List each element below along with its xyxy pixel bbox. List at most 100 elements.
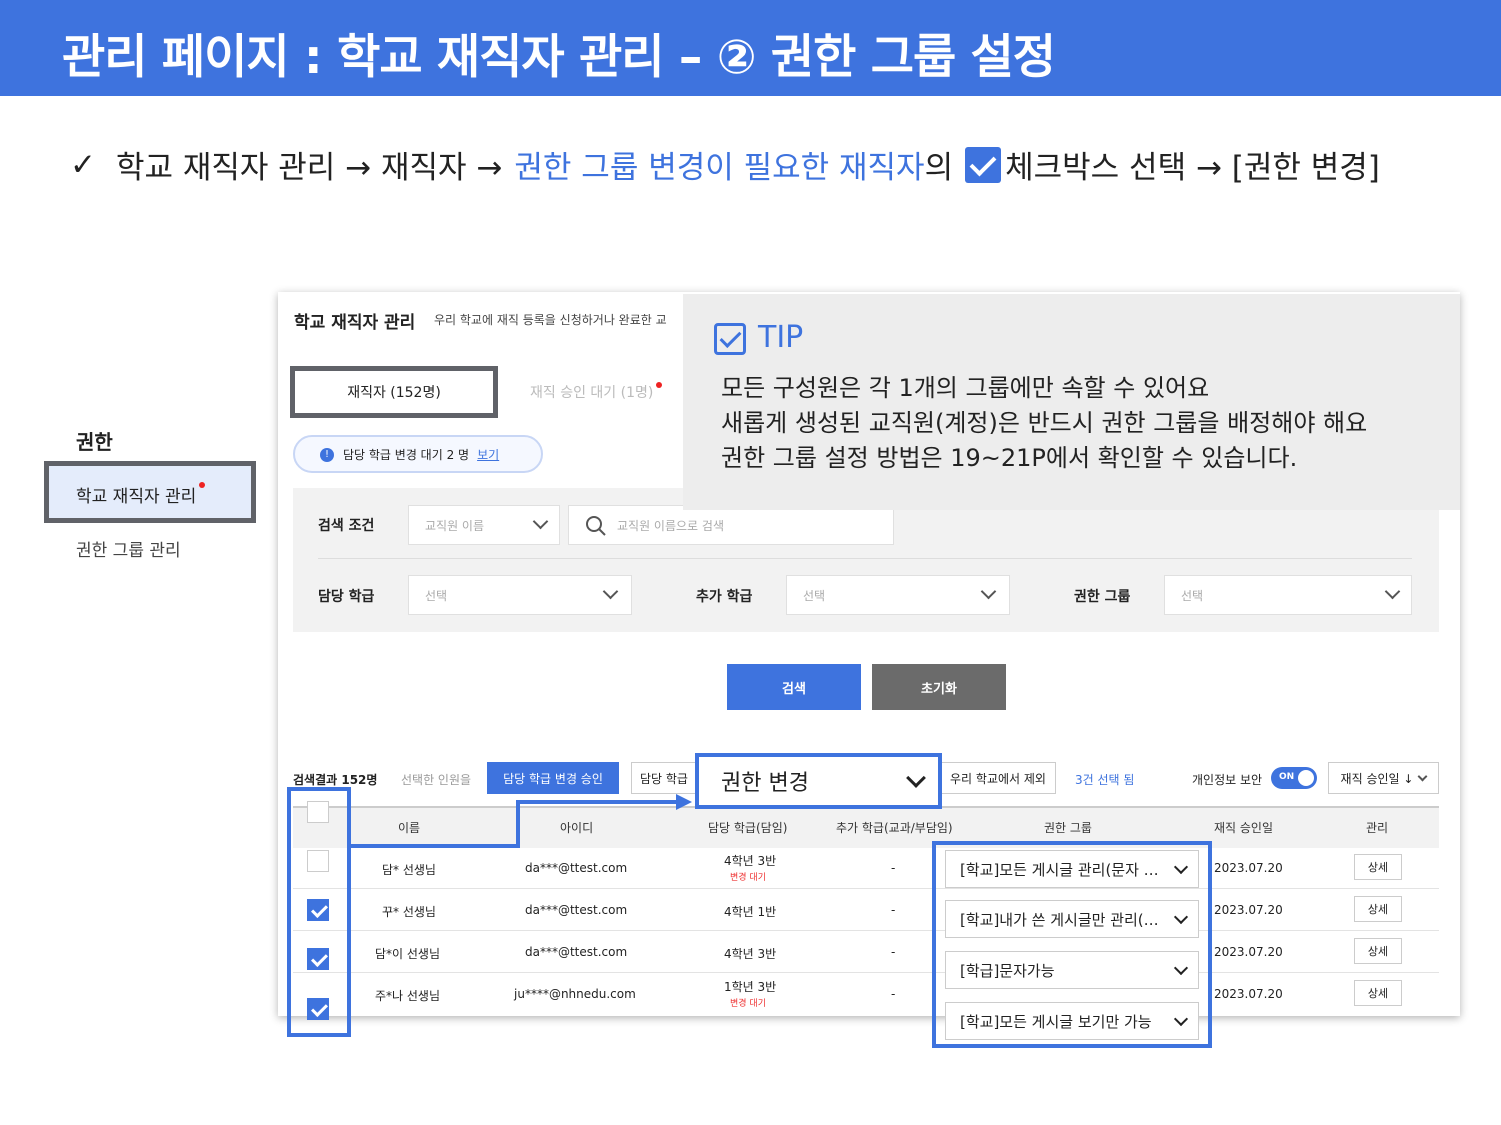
group-select-row[interactable]: [학교]내가 쓴 게시글만 관리(…	[945, 900, 1199, 938]
chevron-down-icon	[1417, 771, 1428, 781]
row-extra: -	[891, 945, 896, 959]
instruction-part1: 학교 재직자 관리 → 재직자 →	[115, 150, 503, 186]
sidebar-heading: 권한	[76, 430, 113, 454]
row-extra: -	[891, 987, 896, 1001]
row-id: ju****@nhnedu.com	[514, 987, 636, 1001]
info-icon: !	[320, 448, 334, 462]
notice-text: 담당 학급 변경 대기 2 명	[343, 447, 470, 462]
instruction-line: ✓ 학교 재직자 관리 → 재직자 → 권한 그룹 변경이 필요한 재직자 의 …	[70, 142, 1380, 187]
col-name: 이름	[398, 821, 421, 835]
check-mark-icon: ✓	[70, 146, 96, 183]
row-extra: -	[891, 861, 896, 875]
chevron-down-icon	[1173, 909, 1189, 925]
class-select-value: 선택	[425, 588, 448, 603]
class-select[interactable]: 선택	[408, 575, 632, 615]
search-button[interactable]: 검색	[727, 664, 861, 710]
panel-subtitle: 우리 학교에 재직 등록을 신청하거나 완료한 교	[434, 313, 667, 327]
selected-label: 선택한 인원을	[401, 773, 472, 787]
row-divider	[293, 930, 1439, 931]
chevron-down-icon	[532, 513, 549, 530]
chevron-down-icon	[980, 583, 997, 600]
approve-class-change-button[interactable]: 담당 학급 변경 승인	[487, 762, 619, 794]
tip-checkbox-icon	[714, 323, 746, 355]
tip-title: TIP	[758, 320, 804, 355]
new-dot-icon	[656, 382, 663, 388]
chevron-down-icon	[1173, 960, 1189, 976]
search-label: 검색 조건	[318, 518, 375, 534]
search-type-select[interactable]: 교직원 이름	[408, 505, 560, 545]
row-class: 4학년 3반	[724, 854, 777, 868]
search-type-value: 교직원 이름	[425, 518, 485, 533]
row-date: 2023.07.20	[1214, 861, 1283, 875]
extra-class-select[interactable]: 선택	[786, 575, 1010, 615]
arrow-right-icon	[676, 794, 692, 810]
chevron-down-icon	[1173, 859, 1189, 875]
row-id: da***@ttest.com	[525, 945, 628, 959]
tab-staff[interactable]: 재직자 (152명)	[290, 366, 498, 418]
panel-title: 학교 재직자 관리	[294, 313, 416, 333]
filter-divider	[318, 558, 1412, 559]
group-select-row[interactable]: [학교]모든 게시글 보기만 가능	[945, 1002, 1199, 1040]
col-class: 담당 학급(담임)	[708, 821, 788, 835]
chevron-down-icon	[602, 583, 619, 600]
group-select-value: [학교]모든 게시글 관리(문자 …	[960, 860, 1159, 879]
instruction-part2: 의	[924, 150, 954, 186]
row-class: 4학년 3반	[724, 947, 777, 961]
tab-pending[interactable]: 재직 승인 대기 (1명)	[530, 382, 663, 402]
checkbox-highlight	[287, 787, 351, 1037]
sidebar-item-group-management[interactable]: 권한 그룹 관리	[76, 536, 181, 561]
row-class: 4학년 1반	[724, 905, 777, 919]
instruction-highlight: 권한 그룹 변경이 필요한 재직자	[514, 150, 925, 186]
row-name: 담*이 선생님	[375, 947, 441, 961]
search-icon	[586, 516, 606, 536]
exclude-button[interactable]: 우리 학교에서 제외	[940, 762, 1056, 794]
row-id: da***@ttest.com	[525, 861, 628, 875]
search-input[interactable]: 교직원 이름으로 검색	[568, 505, 894, 545]
sidebar-item-label: 학교 재직자 관리	[76, 482, 206, 507]
notice-view-link[interactable]: 보기	[477, 446, 499, 463]
col-manage: 관리	[1366, 821, 1389, 835]
row-extra: -	[891, 903, 896, 917]
detail-button[interactable]: 상세	[1354, 896, 1402, 922]
row-divider	[293, 972, 1439, 973]
sort-label: 재직 승인일 ↓	[1340, 771, 1414, 786]
detail-button[interactable]: 상세	[1354, 980, 1402, 1006]
group-select-row[interactable]: [학급]문자가능	[945, 951, 1199, 989]
group-label: 권한 그룹	[1074, 589, 1131, 605]
extra-class-select-value: 선택	[803, 588, 826, 603]
tip-line: 권한 그룹 설정 방법은 19~21P에서 확인할 수 있습니다.	[721, 444, 1298, 472]
col-group: 권한 그룹	[1044, 821, 1092, 835]
class-change-notice: ! 담당 학급 변경 대기 2 명 보기	[293, 435, 543, 473]
row-name: 담* 선생님	[382, 863, 436, 877]
reset-button[interactable]: 초기화	[872, 664, 1006, 710]
group-select-value: [학교]모든 게시글 보기만 가능	[960, 1012, 1152, 1031]
row-class: 1학년 3반	[724, 980, 777, 994]
instruction-part3: 체크박스 선택 → [권한 변경]	[1005, 150, 1380, 186]
detail-button[interactable]: 상세	[1354, 854, 1402, 880]
tip-line: 모든 구성원은 각 1개의 그룹에만 속할 수 있어요	[721, 374, 1210, 402]
selected-count: 3건 선택 됨	[1075, 773, 1135, 787]
detail-button[interactable]: 상세	[1354, 938, 1402, 964]
row-name: 꾸* 선생님	[382, 905, 436, 919]
arrow-connector	[349, 844, 520, 848]
chevron-down-icon	[1384, 583, 1401, 600]
group-select-value: 선택	[1181, 588, 1204, 603]
group-select[interactable]: 선택	[1164, 575, 1412, 615]
col-date: 재직 승인일	[1214, 821, 1274, 835]
class-button[interactable]: 담당 학급	[631, 762, 697, 794]
extra-class-label: 추가 학급	[696, 589, 753, 605]
sort-select[interactable]: 재직 승인일 ↓	[1328, 762, 1439, 794]
chevron-down-icon	[1173, 1011, 1189, 1027]
result-count: 검색결과 152명	[293, 773, 378, 787]
page-title: 관리 페이지 : 학교 재직자 관리 – ② 권한 그룹 설정	[62, 30, 1056, 85]
row-id: da***@ttest.com	[525, 903, 628, 917]
row-status: 변경 대기	[730, 999, 766, 1009]
group-select-value: [학급]문자가능	[960, 961, 1055, 980]
class-label: 담당 학급	[318, 589, 375, 605]
privacy-toggle-label: ON	[1279, 772, 1295, 782]
search-placeholder: 교직원 이름으로 검색	[617, 518, 724, 533]
permission-change-dropdown[interactable]: 권한 변경	[695, 753, 942, 809]
group-select-row[interactable]: [학교]모든 게시글 관리(문자 …	[945, 850, 1199, 888]
col-id: 아이디	[560, 821, 594, 835]
group-select-value: [학교]내가 쓴 게시글만 관리(…	[960, 910, 1159, 929]
